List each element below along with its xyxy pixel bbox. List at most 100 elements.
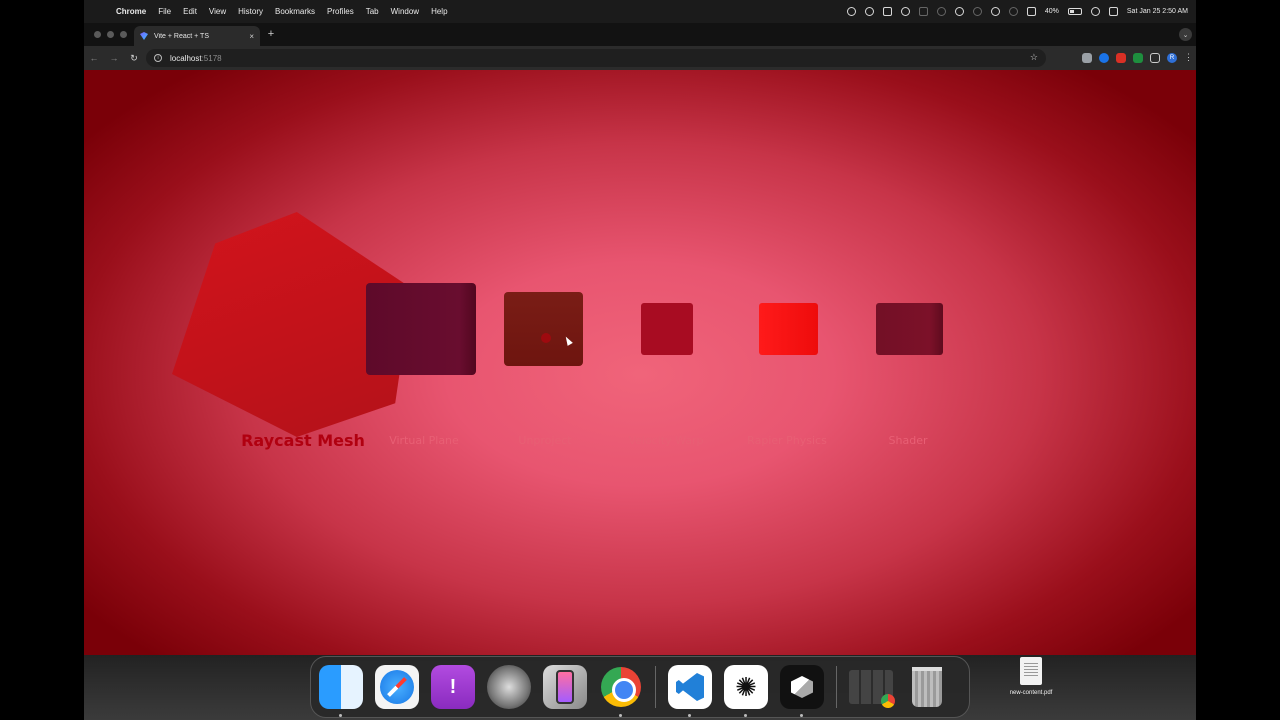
- shader-cube[interactable]: [876, 303, 943, 355]
- dock: ! ✺: [310, 656, 970, 718]
- tab-title: Vite + React + TS: [154, 32, 209, 40]
- extensions-area: R ⋮: [1082, 52, 1193, 63]
- vite-favicon-icon: [140, 32, 148, 40]
- unity-logo: [791, 676, 813, 698]
- chrome-icon[interactable]: [599, 665, 643, 717]
- back-arrow-icon[interactable]: ←: [84, 53, 104, 63]
- chrome-logo: [601, 667, 641, 707]
- wifi-icon[interactable]: [1090, 7, 1100, 16]
- unproject-cube[interactable]: [504, 292, 583, 366]
- app-menu-chrome[interactable]: Chrome: [110, 7, 152, 16]
- chatgpt-glyph: ✺: [735, 671, 757, 702]
- safari-icon[interactable]: [375, 665, 419, 709]
- forward-arrow-icon[interactable]: →: [104, 53, 124, 63]
- feedback-glyph: !: [449, 675, 457, 698]
- zoom-window-button[interactable]: [120, 31, 127, 38]
- bookmark-star-icon[interactable]: ☆: [1030, 52, 1038, 63]
- record-icon[interactable]: [846, 7, 856, 16]
- grammar-icon[interactable]: [900, 7, 910, 16]
- virtual-plane-cube[interactable]: [366, 283, 476, 375]
- demo-labels: Raycast Mesh Virtual Plane Unproject Vel…: [84, 431, 1196, 458]
- feedback-icon[interactable]: !: [431, 665, 475, 709]
- screen: Chrome File Edit View History Bookmarks …: [84, 0, 1196, 720]
- close-window-button[interactable]: [94, 31, 101, 38]
- clock[interactable]: Sat Jan 25 2:50 AM: [1127, 8, 1188, 15]
- headphones-icon[interactable]: [972, 7, 982, 16]
- mouse-cursor-icon: [563, 335, 573, 346]
- bluetooth-icon[interactable]: [954, 7, 964, 16]
- battery-icon[interactable]: [1067, 8, 1082, 15]
- battery-fill: [1069, 10, 1074, 13]
- menu-help[interactable]: Help: [425, 7, 453, 16]
- rapier-physics-cube[interactable]: [759, 303, 818, 355]
- menu-tab[interactable]: Tab: [360, 7, 385, 16]
- label-raycast-mesh[interactable]: Raycast Mesh: [233, 431, 373, 450]
- label-shader[interactable]: Shader: [838, 434, 978, 447]
- chrome-menu-icon[interactable]: ⋮: [1184, 52, 1193, 63]
- extension-blue-icon[interactable]: [1099, 52, 1109, 63]
- label-virtual-plane[interactable]: Virtual Plane: [354, 434, 494, 447]
- menu-bookmarks[interactable]: Bookmarks: [269, 7, 321, 16]
- desktop-file-name: new-content.pdf: [1009, 690, 1053, 696]
- url-host: localhost: [170, 53, 202, 63]
- site-info-icon[interactable]: i: [154, 54, 162, 62]
- vscode-logo: [676, 673, 704, 701]
- battery-percent: 40%: [1044, 8, 1059, 15]
- extensions-puzzle-icon[interactable]: [1150, 52, 1160, 63]
- running-indicator: [619, 714, 622, 717]
- mini-chrome-icon: [881, 694, 895, 708]
- profile-avatar[interactable]: R: [1167, 52, 1177, 63]
- pdf-document-icon: [1020, 657, 1042, 685]
- message-icon[interactable]: [1026, 7, 1036, 16]
- menu-edit[interactable]: Edit: [177, 7, 203, 16]
- velocity-warp-cube[interactable]: [641, 303, 693, 355]
- dock-separator: [836, 666, 837, 708]
- display-icon[interactable]: [918, 7, 928, 16]
- menu-view[interactable]: View: [203, 7, 232, 16]
- vscode-icon[interactable]: [668, 665, 712, 717]
- recent-windows-icon[interactable]: [849, 665, 895, 709]
- extension-red-icon[interactable]: [1116, 52, 1126, 63]
- camera-icon[interactable]: [487, 665, 531, 709]
- stack-icon[interactable]: [882, 7, 892, 16]
- recent-windows-preview: [849, 670, 895, 708]
- running-indicator: [339, 714, 342, 717]
- running-indicator: [744, 714, 747, 717]
- reload-icon[interactable]: ↻: [124, 53, 144, 64]
- tab-search-chevron-icon[interactable]: ⌄: [1179, 28, 1192, 41]
- browser-toolbar: ← → ↻ i localhost:5178 ☆ R ⋮: [84, 46, 1196, 70]
- extension-green-icon[interactable]: [1133, 52, 1143, 63]
- menu-history[interactable]: History: [232, 7, 269, 16]
- trash-icon[interactable]: [905, 665, 949, 709]
- minimize-window-button[interactable]: [107, 31, 114, 38]
- running-indicator: [800, 714, 803, 717]
- menu-window[interactable]: Window: [385, 7, 425, 16]
- tab-strip: Vite + React + TS × + ⌄: [84, 23, 1196, 46]
- running-indicator: [688, 714, 691, 717]
- simulator-icon[interactable]: [543, 665, 587, 709]
- tab-close-icon[interactable]: ×: [249, 32, 254, 41]
- safari-compass: [380, 670, 414, 704]
- label-rapier-physics[interactable]: Rapier Physics: [717, 434, 857, 447]
- new-tab-button[interactable]: +: [264, 28, 278, 40]
- control-center-icon[interactable]: [1108, 7, 1118, 16]
- address-bar[interactable]: i localhost:5178 ☆: [146, 49, 1046, 67]
- menu-profiles[interactable]: Profiles: [321, 7, 360, 16]
- settings-icon[interactable]: [864, 7, 874, 16]
- label-unproject[interactable]: Unproject: [475, 434, 615, 447]
- extension-screenshot-icon[interactable]: [1082, 52, 1092, 63]
- mute-icon[interactable]: [990, 7, 1000, 16]
- menu-file[interactable]: File: [152, 7, 177, 16]
- desktop-file-new-content[interactable]: new-content.pdf: [996, 657, 1066, 696]
- status-area: 40% Sat Jan 25 2:50 AM: [846, 7, 1196, 16]
- trash-bin: [912, 667, 942, 707]
- chatgpt-icon[interactable]: ✺: [724, 665, 768, 717]
- tab-vite-react[interactable]: Vite + React + TS ×: [134, 26, 260, 46]
- moon-icon[interactable]: [1008, 7, 1018, 16]
- finder-icon[interactable]: [319, 665, 363, 717]
- simulator-phone: [556, 670, 574, 704]
- user-icon[interactable]: [936, 7, 946, 16]
- unity-icon[interactable]: [780, 665, 824, 717]
- label-velocity-warp[interactable]: Velocity Warp: [596, 434, 736, 447]
- web-viewport[interactable]: Raycast Mesh Virtual Plane Unproject Vel…: [84, 70, 1196, 655]
